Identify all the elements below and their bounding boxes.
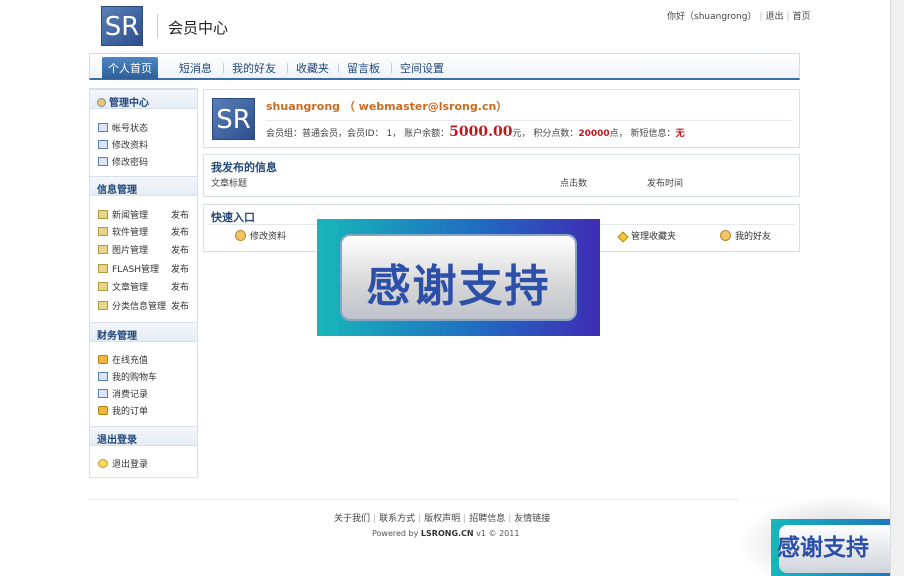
- sidebar-heading-logout: 退出登录: [90, 426, 197, 446]
- sidebar-item-software[interactable]: 软件管理: [98, 225, 148, 238]
- thanks-overlay-image: 感谢支持: [317, 219, 600, 336]
- greeting-text: 你好（shuangrong）: [667, 12, 757, 22]
- sidebar-heading-management: 管理中心: [90, 89, 197, 109]
- user-icon: [97, 98, 106, 107]
- footer-link-jobs[interactable]: 招聘信息: [469, 514, 505, 524]
- vertical-scrollbar[interactable]: [890, 0, 904, 576]
- footer-link-copyright[interactable]: 版权声明: [424, 514, 460, 524]
- thanks-overlay-text: 感谢支持: [366, 261, 551, 312]
- bulb-icon: [98, 459, 108, 468]
- thanks-overlay-plate: 感谢支持: [340, 234, 577, 321]
- publish-link[interactable]: 发布: [171, 243, 189, 256]
- document-icon: [98, 301, 108, 310]
- sidebar-item-logout[interactable]: 退出登录: [98, 457, 148, 470]
- nav-divider: [287, 63, 288, 73]
- tab-friends[interactable]: 我的好友: [232, 60, 276, 76]
- coins-icon: [98, 355, 108, 364]
- publish-link[interactable]: 发布: [171, 262, 189, 275]
- account-balance: 5000.00: [449, 124, 513, 140]
- new-messages[interactable]: 无: [676, 129, 685, 139]
- publish-link[interactable]: 发布: [171, 299, 189, 312]
- tab-space-settings[interactable]: 空间设置: [400, 60, 444, 76]
- sidebar-heading-finance: 财务管理: [90, 322, 197, 342]
- publish-link[interactable]: 发布: [171, 280, 189, 293]
- sidebar-item-recharge[interactable]: 在线充值: [98, 353, 148, 366]
- column-header-title: 文章标题: [211, 179, 248, 189]
- powered-by: Powered by LSRONG.CN v1 © 2011: [372, 529, 520, 538]
- footer-links: 关于我们 | 联系方式 | 版权声明 | 招聘信息 | 友情链接: [334, 514, 551, 524]
- column-header-clicks: 点击数: [560, 179, 588, 189]
- corner-thanks-badge: 感谢支持: [771, 519, 904, 576]
- my-posts-panel: 我发布的信息 文章标题 点击数 发布时间: [203, 154, 800, 197]
- cart-icon: [98, 372, 108, 381]
- publish-link[interactable]: 发布: [171, 208, 189, 221]
- main-nav: 个人首页 短消息 我的好友 收藏夹 留言板 空间设置: [89, 53, 800, 80]
- user-icon: [235, 230, 246, 241]
- star-icon: [617, 231, 629, 243]
- document-icon: [98, 264, 108, 273]
- username: shuangrong （ webmaster@lsrong.cn）: [266, 100, 508, 113]
- document-icon: [98, 282, 108, 291]
- sidebar-item-records[interactable]: 消费记录: [98, 387, 148, 400]
- friends-icon: [720, 230, 731, 241]
- order-icon: [98, 406, 108, 415]
- document-icon: [98, 227, 108, 236]
- window-icon: [98, 157, 108, 166]
- sidebar-item-images[interactable]: 图片管理: [98, 243, 148, 256]
- sidebar-item-edit-profile[interactable]: 修改资料: [98, 138, 148, 151]
- publish-link[interactable]: 发布: [171, 225, 189, 238]
- footer-link-about[interactable]: 关于我们: [334, 514, 370, 524]
- quick-my-friends[interactable]: 我的好友: [720, 229, 771, 242]
- sidebar-item-account-status[interactable]: 帐号状态: [98, 121, 148, 134]
- points-value: 20000: [578, 129, 610, 139]
- profile-panel: SR shuangrong （ webmaster@lsrong.cn） 会员组…: [203, 89, 800, 148]
- edit-icon: [98, 140, 108, 149]
- quick-edit-profile[interactable]: 修改资料: [235, 229, 286, 242]
- profile-divider: [266, 120, 793, 121]
- logout-link[interactable]: 退出: [766, 12, 784, 22]
- footer-divider: [89, 499, 800, 500]
- footer-link-friends[interactable]: 友情链接: [514, 514, 550, 524]
- footer-link-contact[interactable]: 联系方式: [379, 514, 415, 524]
- sidebar-item-orders[interactable]: 我的订单: [98, 404, 148, 417]
- document-icon: [98, 210, 108, 219]
- page-title: 会员中心: [168, 19, 229, 37]
- tab-personal-home[interactable]: 个人首页: [102, 57, 158, 79]
- sidebar-item-flash[interactable]: FLASH管理: [98, 262, 159, 275]
- sidebar: 管理中心 帐号状态 修改资料 修改密码 信息管理 新闻管理 发布 软件管理 发布…: [89, 88, 198, 478]
- home-link[interactable]: 首页: [793, 12, 811, 22]
- account-info: 会员组：普通会员，会员ID： 1， 账户余额：5000.00元， 积分点数：20…: [266, 124, 685, 140]
- nav-divider: [391, 63, 392, 73]
- site-logo[interactable]: SR: [101, 6, 143, 46]
- nav-divider: [338, 63, 339, 73]
- member-group: 普通会员: [302, 129, 339, 139]
- avatar: SR: [212, 98, 255, 140]
- sidebar-item-cart[interactable]: 我的购物车: [98, 370, 157, 383]
- tab-messages[interactable]: 短消息: [179, 60, 212, 76]
- logo-divider: [157, 14, 158, 38]
- sidebar-item-classifieds[interactable]: 分类信息管理: [98, 299, 166, 312]
- quick-access-title: 快速入口: [211, 211, 255, 224]
- sidebar-item-articles[interactable]: 文章管理: [98, 280, 148, 293]
- sidebar-heading-info: 信息管理: [90, 176, 197, 196]
- tab-favorites[interactable]: 收藏夹: [296, 60, 329, 76]
- my-posts-title: 我发布的信息: [211, 161, 277, 174]
- sidebar-item-change-password[interactable]: 修改密码: [98, 155, 148, 168]
- nav-divider: [223, 63, 224, 73]
- quick-manage-favorites[interactable]: 管理收藏夹: [617, 229, 676, 243]
- corner-thanks-text: 感谢支持: [777, 535, 869, 561]
- top-links: 你好（shuangrong） | 退出 | 首页: [667, 12, 811, 22]
- column-header-date: 发布时间: [647, 179, 684, 189]
- powered-brand[interactable]: LSRONG.CN: [421, 529, 474, 538]
- card-icon: [98, 123, 108, 132]
- calendar-icon: [98, 389, 108, 398]
- sidebar-item-news[interactable]: 新闻管理: [98, 208, 148, 221]
- page: SR 会员中心 你好（shuangrong） | 退出 | 首页 个人首页 短消息 我的…: [0, 0, 904, 576]
- document-icon: [98, 245, 108, 254]
- tab-guestbook[interactable]: 留言板: [347, 60, 380, 76]
